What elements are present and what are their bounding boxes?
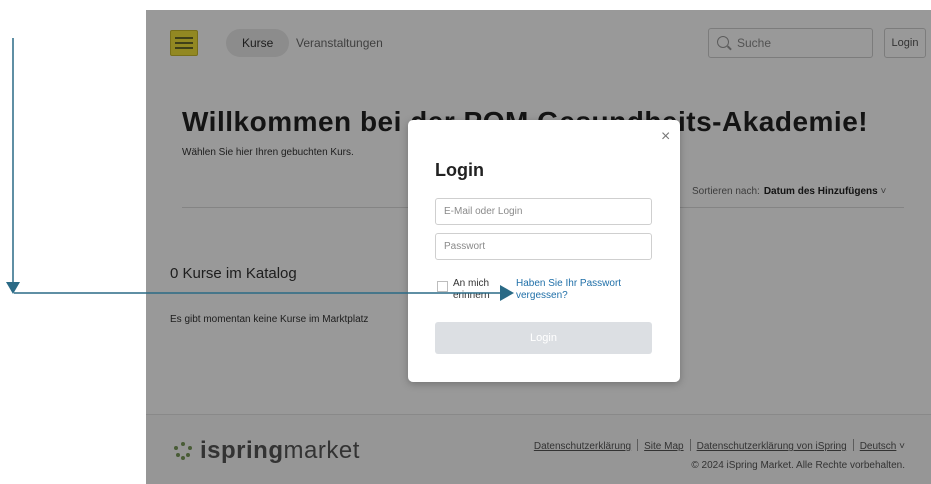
submit-login-button[interactable]: Login [435, 322, 652, 354]
remember-label: An mich erinnern [453, 278, 490, 301]
login-dialog: × Login E-Mail oder Login Passwort An mi… [408, 120, 680, 382]
close-icon[interactable]: × [661, 128, 670, 146]
dialog-title: Login [435, 160, 484, 180]
forgot-password-link[interactable]: Haben Sie Ihr Passwort vergessen? [516, 278, 646, 302]
email-field[interactable]: E-Mail oder Login [435, 198, 652, 225]
screenshot-stage: Kurse Veranstaltungen Suche Login Willko… [0, 0, 931, 484]
password-field[interactable]: Passwort [435, 233, 652, 260]
annotation-down-arrowhead [6, 282, 20, 294]
remember-checkbox[interactable] [437, 281, 448, 292]
